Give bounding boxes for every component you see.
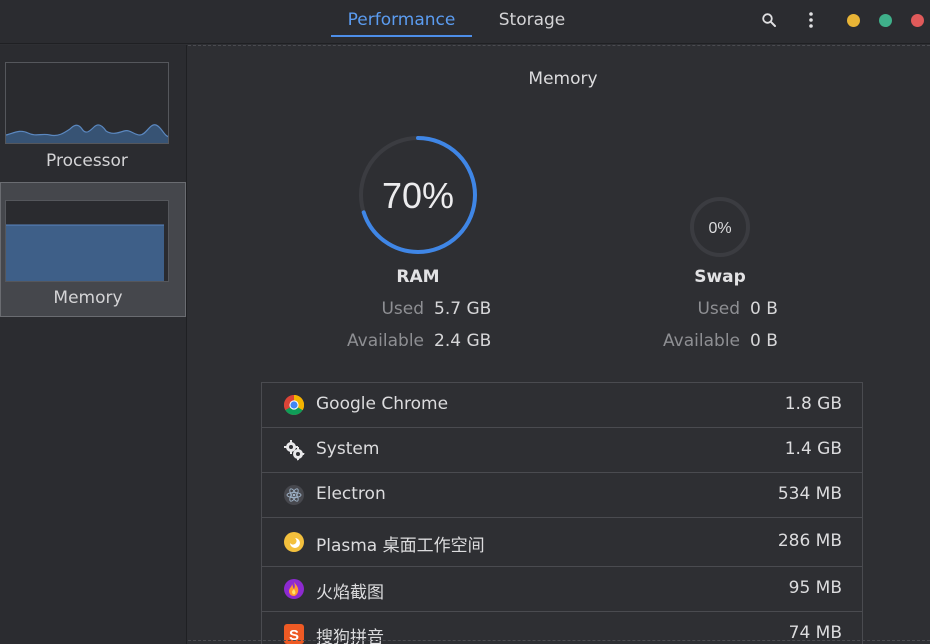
page-title: Memory bbox=[528, 69, 598, 89]
sidebar: Processor Memory bbox=[0, 45, 187, 644]
sidebar-item-memory[interactable]: Memory bbox=[0, 182, 186, 317]
ram-used-key: Used bbox=[381, 299, 424, 319]
list-item[interactable]: Google Chrome 1.8 GB bbox=[262, 383, 862, 428]
process-name: Google Chrome bbox=[316, 394, 449, 414]
memory-graph-thumbnail bbox=[5, 200, 169, 282]
svg-text:S: S bbox=[289, 627, 299, 644]
maximize-button[interactable] bbox=[879, 14, 892, 27]
process-memory: 1.8 GB bbox=[784, 394, 842, 414]
swap-available-value: 0 B bbox=[750, 331, 778, 351]
flameshot-icon bbox=[284, 579, 304, 599]
ram-label: RAM bbox=[396, 267, 440, 287]
menu-button[interactable] bbox=[801, 10, 821, 30]
ram-gauge: 70% bbox=[359, 136, 477, 254]
process-memory: 286 MB bbox=[777, 531, 842, 551]
list-item[interactable]: System 1.4 GB bbox=[262, 428, 862, 473]
chrome-icon bbox=[284, 395, 304, 415]
kebab-menu-icon bbox=[809, 12, 813, 28]
sidebar-item-label: Memory bbox=[53, 288, 123, 308]
list-item[interactable]: Plasma 桌面工作空间 286 MB bbox=[262, 518, 862, 567]
minimize-button[interactable] bbox=[847, 14, 860, 27]
ram-percent: 70% bbox=[382, 175, 454, 216]
plasma-icon bbox=[284, 532, 304, 552]
sidebar-item-label: Processor bbox=[46, 151, 128, 171]
memory-panel: Memory 70% RAM Used 5.7 GB Available 2.4… bbox=[188, 45, 930, 644]
close-button[interactable] bbox=[911, 14, 924, 27]
search-button[interactable] bbox=[759, 10, 779, 30]
electron-icon bbox=[284, 485, 304, 505]
divider bbox=[188, 45, 930, 46]
divider bbox=[188, 640, 930, 641]
gears-icon bbox=[284, 440, 305, 461]
process-memory: 1.4 GB bbox=[784, 439, 842, 459]
swap-percent: 0% bbox=[708, 220, 731, 237]
tab-storage[interactable]: Storage bbox=[488, 0, 576, 40]
ram-used-value: 5.7 GB bbox=[434, 299, 492, 319]
process-memory: 534 MB bbox=[777, 484, 842, 504]
swap-used-key: Used bbox=[697, 299, 740, 319]
swap-label: Swap bbox=[694, 267, 746, 287]
swap-used-value: 0 B bbox=[750, 299, 778, 319]
search-icon bbox=[762, 13, 776, 27]
list-item[interactable]: Electron 534 MB bbox=[262, 473, 862, 518]
process-name: Electron bbox=[316, 484, 386, 504]
process-name: System bbox=[316, 439, 380, 459]
list-item[interactable]: 火焰截图 95 MB bbox=[262, 567, 862, 612]
process-name: Plasma 桌面工作空间 bbox=[316, 536, 485, 556]
processor-graph-thumbnail bbox=[5, 62, 169, 144]
process-list[interactable]: Google Chrome 1.8 GB System 1.4 GB Elect… bbox=[261, 382, 863, 644]
process-name: 火焰截图 bbox=[316, 583, 384, 603]
swap-available-key: Available bbox=[663, 331, 740, 351]
sidebar-item-processor[interactable]: Processor bbox=[0, 45, 186, 180]
ram-available-key: Available bbox=[347, 331, 424, 351]
ram-available-value: 2.4 GB bbox=[434, 331, 492, 351]
swap-gauge: 0% bbox=[690, 197, 750, 257]
header-bar: Performance Storage bbox=[0, 0, 930, 44]
tab-performance[interactable]: Performance bbox=[331, 0, 472, 40]
process-memory: 95 MB bbox=[788, 578, 842, 598]
